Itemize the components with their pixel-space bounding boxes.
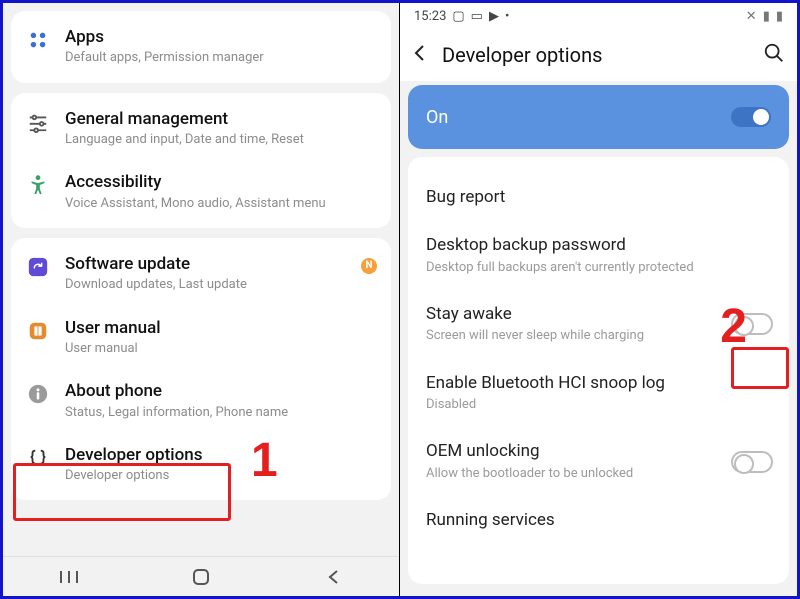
- row-bug-report[interactable]: Bug report: [408, 173, 789, 221]
- book-icon: [25, 318, 51, 342]
- home-button[interactable]: [188, 564, 214, 590]
- sliders-icon: [25, 109, 51, 133]
- stay-sub: Screen will never sleep while charging: [426, 328, 771, 344]
- status-video-icon: ▶: [489, 9, 499, 24]
- hci-title: Enable Bluetooth HCI snoop log: [426, 373, 771, 393]
- row-oem-unlocking[interactable]: OEM unlocking Allow the bootloader to be…: [408, 427, 789, 496]
- oem-title: OEM unlocking: [426, 441, 771, 461]
- apps-title: Apps: [65, 27, 377, 47]
- accessibility-icon: [25, 172, 51, 196]
- developer-title: Developer options: [65, 445, 377, 465]
- status-youtube-icon: ▭: [471, 9, 483, 24]
- row-hci-snoop[interactable]: Enable Bluetooth HCI snoop log Disabled: [408, 359, 789, 428]
- row-software-update[interactable]: Software update Download updates, Last u…: [11, 242, 391, 306]
- signal-icon: ▮: [763, 9, 770, 24]
- row-user-manual[interactable]: User manual User manual: [11, 306, 391, 370]
- update-icon: [25, 254, 51, 278]
- apps-icon: [25, 27, 51, 51]
- accessibility-title: Accessibility: [65, 172, 377, 192]
- master-toggle-label: On: [426, 107, 448, 128]
- group-bottom: Software update Download updates, Last u…: [11, 238, 391, 501]
- back-icon[interactable]: [410, 43, 430, 67]
- status-dot-icon: •: [505, 9, 509, 24]
- row-running-services[interactable]: Running services: [408, 496, 789, 544]
- running-title: Running services: [426, 510, 771, 530]
- accessibility-sub: Voice Assistant, Mono audio, Assistant m…: [65, 196, 377, 212]
- apps-sub: Default apps, Permission manager: [65, 50, 377, 66]
- about-sub: Status, Legal information, Phone name: [65, 405, 377, 421]
- group-general-accessibility: General management Language and input, D…: [11, 93, 391, 228]
- search-icon[interactable]: [763, 42, 785, 68]
- info-icon: [25, 381, 51, 405]
- row-accessibility[interactable]: Accessibility Voice Assistant, Mono audi…: [11, 160, 391, 224]
- vibrate-icon: ✕: [746, 9, 757, 24]
- row-about-phone[interactable]: About phone Status, Legal information, P…: [11, 369, 391, 433]
- row-apps[interactable]: Apps Default apps, Permission manager: [11, 15, 391, 79]
- oem-toggle[interactable]: [731, 451, 773, 473]
- tutorial-composite: Apps Default apps, Permission manager Ge…: [0, 0, 800, 599]
- master-toggle-switch[interactable]: [731, 107, 771, 127]
- developer-sub: Developer options: [65, 468, 377, 484]
- general-title: General management: [65, 109, 377, 129]
- status-gallery-icon: ▢: [452, 9, 464, 24]
- hci-sub: Disabled: [426, 397, 771, 413]
- desktop-sub: Desktop full backups aren't currently pr…: [426, 260, 771, 276]
- status-time: 15:23: [414, 9, 446, 24]
- master-toggle-row[interactable]: On: [408, 85, 789, 149]
- status-bar: 15:23 ▢ ▭ ▶ • ✕ ▮ ▮: [400, 3, 797, 29]
- row-stay-awake[interactable]: Stay awake Screen will never sleep while…: [408, 290, 789, 359]
- options-list: Bug report Desktop backup password Deskt…: [408, 157, 789, 584]
- software-title: Software update: [65, 254, 347, 274]
- oem-sub: Allow the bootloader to be unlocked: [426, 466, 771, 482]
- battery-icon: ▮: [776, 9, 783, 24]
- update-badge: N: [361, 254, 377, 274]
- general-sub: Language and input, Date and time, Reset: [65, 132, 377, 148]
- android-navbar: [3, 556, 399, 596]
- row-desktop-backup[interactable]: Desktop backup password Desktop full bac…: [408, 221, 789, 290]
- desktop-title: Desktop backup password: [426, 235, 771, 255]
- manual-sub: User manual: [65, 341, 377, 357]
- about-title: About phone: [65, 381, 377, 401]
- braces-icon: [25, 445, 51, 469]
- group-apps: Apps Default apps, Permission manager: [11, 11, 391, 83]
- software-sub: Download updates, Last update: [65, 277, 347, 293]
- back-button[interactable]: [320, 564, 346, 590]
- app-bar: Developer options: [400, 29, 797, 81]
- manual-title: User manual: [65, 318, 377, 338]
- bug-title: Bug report: [426, 187, 771, 207]
- recents-button[interactable]: [56, 564, 82, 590]
- settings-screen: Apps Default apps, Permission manager Ge…: [3, 3, 400, 596]
- stay-awake-toggle[interactable]: [731, 313, 773, 335]
- appbar-title: Developer options: [442, 43, 602, 67]
- stay-title: Stay awake: [426, 304, 771, 324]
- row-general[interactable]: General management Language and input, D…: [11, 97, 391, 161]
- row-developer-options[interactable]: Developer options Developer options: [11, 433, 391, 497]
- developer-options-screen: 15:23 ▢ ▭ ▶ • ✕ ▮ ▮ Developer options On: [400, 3, 797, 596]
